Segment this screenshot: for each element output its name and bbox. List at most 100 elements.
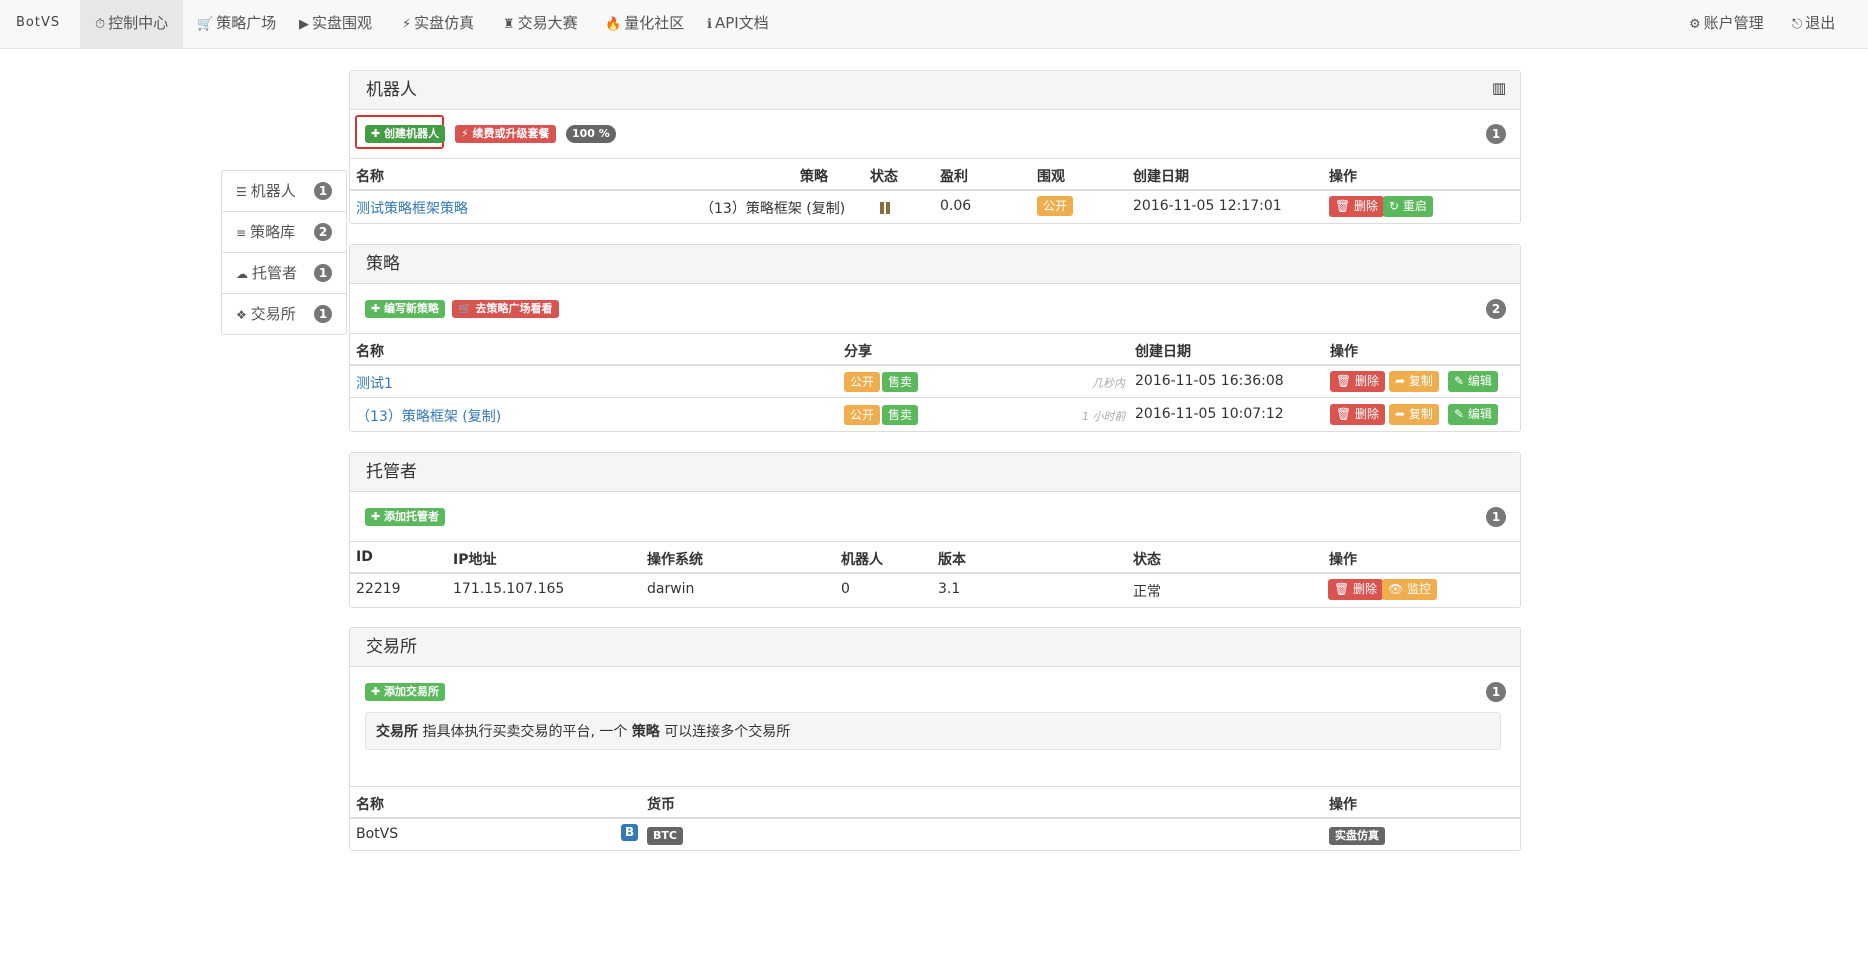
new-strategy-button[interactable]: ✚ 编写新策略 <box>365 300 446 318</box>
delete-button[interactable]: 🗑 删除 <box>1328 579 1384 600</box>
public-badge[interactable]: 公开 <box>844 372 881 392</box>
nav-live-watch[interactable]: ▶ 实盘围观 <box>299 0 372 48</box>
nav-label: 账户管理 <box>1703 14 1764 32</box>
strategy-name-link[interactable]: （13）策略框架 (复制) <box>356 406 501 426</box>
divider <box>350 817 1520 819</box>
copy-button[interactable]: ➦ 复制 <box>1389 371 1439 392</box>
nav-label: 退出 <box>1805 14 1836 32</box>
create-robot-button[interactable]: ✚ 创建机器人 <box>365 125 446 143</box>
panel-title: 策略 <box>350 245 1520 284</box>
divider <box>350 364 1520 366</box>
play-circle-icon: ▶ <box>299 17 309 32</box>
host-status: 正常 <box>1133 584 1161 600</box>
nav-api-docs[interactable]: ℹ API文档 <box>707 0 769 48</box>
nav-label: 实盘围观 <box>312 14 373 32</box>
info-text: 指具体执行买卖交易的平台, 一个 <box>418 724 632 740</box>
host-version: 3.1 <box>938 581 961 597</box>
col-watch: 围观 <box>1037 169 1065 185</box>
renew-upgrade-button[interactable]: ⚡ 续费或升级套餐 <box>455 125 556 143</box>
delete-button[interactable]: 🗑 删除 <box>1330 404 1386 425</box>
cloud-icon: ☁ <box>236 267 248 281</box>
nav-trading-contest[interactable]: ♜ 交易大赛 <box>503 0 578 48</box>
strategy-created: 2016-11-05 16:36:08 <box>1135 373 1284 389</box>
restart-button[interactable]: ↻ 重启 <box>1383 196 1433 217</box>
quota-percent-badge: 100 % <box>566 125 616 143</box>
col-status: 状态 <box>1133 552 1161 568</box>
exchange-info-box: 交易所 指具体执行买卖交易的平台, 一个 策略 可以连接多个交易所 <box>365 712 1501 750</box>
nav-label: 交易大赛 <box>517 14 578 32</box>
count-badge: 1 <box>314 182 332 200</box>
database-icon: ≡ <box>236 226 247 240</box>
info-term-exchange: 交易所 <box>376 724 418 740</box>
robot-name-link[interactable]: 测试策略框架策略 <box>356 198 468 218</box>
top-navbar: BotVS ⏱ 控制中心 🛒 策略广场 ▶ 实盘围观 ⚡ 实盘仿真 ♜ 交易大赛 🔥 量化社… <box>0 0 1868 49</box>
monitor-button[interactable]: 👁 监控 <box>1382 579 1438 600</box>
public-badge[interactable]: 公开 <box>844 405 881 425</box>
sell-badge[interactable]: 售卖 <box>882 372 919 392</box>
exchange-name: BotVS <box>356 826 399 842</box>
relative-time: 1 小时前 <box>1082 410 1126 423</box>
add-exchange-button[interactable]: ✚ 添加交易所 <box>365 683 446 701</box>
nav-label: API文档 <box>714 14 769 32</box>
host-id: 22219 <box>356 581 401 597</box>
clock-icon: ⏱ <box>95 17 106 32</box>
nav-live-sim[interactable]: ⚡ 实盘仿真 <box>402 0 474 48</box>
edit-button[interactable]: ✎ 编辑 <box>1448 371 1498 392</box>
nav-logout[interactable]: ⎋ 退出 <box>1792 0 1835 48</box>
nav-control-center[interactable]: ⏱ 控制中心 <box>80 0 184 48</box>
col-ops: 操作 <box>1330 344 1358 360</box>
col-created: 创建日期 <box>1133 169 1189 185</box>
logout-icon: ⎋ <box>1792 17 1803 32</box>
nav-label: 实盘仿真 <box>414 14 475 32</box>
host-ip: 171.15.107.165 <box>453 581 565 597</box>
count-badge: 1 <box>1486 682 1506 702</box>
panel-title: 交易所 <box>350 628 1520 667</box>
divider <box>350 333 1520 334</box>
copy-button[interactable]: ➦ 复制 <box>1389 404 1439 425</box>
cubes-icon: ❖ <box>236 308 247 322</box>
col-profit: 盈利 <box>940 169 968 185</box>
gear-icon: ⚙ <box>1689 17 1701 32</box>
col-robots: 机器人 <box>841 552 883 568</box>
strategy-name-link[interactable]: 测试1 <box>356 373 393 393</box>
brand-logo[interactable]: BotVS <box>16 0 60 48</box>
strategies-panel: 策略 ✚ 编写新策略 🛒 去策略广场看看 2 名称 分享 创建日期 操作 测试1… <box>349 244 1521 432</box>
col-name: 名称 <box>356 169 384 185</box>
sidebar-item-exchanges[interactable]: ❖ 交易所 1 <box>222 294 346 334</box>
panel-title: 机器人 <box>350 71 1520 110</box>
delete-button[interactable]: 🗑 删除 <box>1330 371 1386 392</box>
count-badge: 1 <box>1486 124 1506 144</box>
robot-profit: 0.06 <box>940 198 972 214</box>
delete-button[interactable]: 🗑 删除 <box>1329 196 1385 217</box>
col-os: 操作系统 <box>647 552 703 568</box>
nav-account[interactable]: ⚙ 账户管理 <box>1689 0 1764 48</box>
col-ops: 操作 <box>1329 169 1357 185</box>
sidebar-item-robots[interactable]: ☰ 机器人 1 <box>222 171 346 212</box>
relative-time: 几秒内 <box>1092 377 1125 390</box>
sell-badge[interactable]: 售卖 <box>882 405 919 425</box>
bar-chart-icon[interactable]: ▥ <box>1492 79 1506 97</box>
nav-strategy-square[interactable]: 🛒 策略广场 <box>197 0 276 48</box>
info-icon: ℹ <box>707 17 712 32</box>
sidebar-item-hosts[interactable]: ☁ 托管者 1 <box>222 253 346 294</box>
sidebar-item-strategies[interactable]: ≡ 策略库 2 <box>222 212 346 253</box>
bitcoin-icon: B <box>621 824 639 841</box>
count-badge: 1 <box>314 264 332 282</box>
strategy-market-button[interactable]: 🛒 去策略广场看看 <box>452 300 559 318</box>
nav-label: 控制中心 <box>108 14 169 32</box>
divider <box>350 572 1520 574</box>
add-host-button[interactable]: ✚ 添加托管者 <box>365 508 446 526</box>
host-os: darwin <box>647 581 695 597</box>
strategy-created: 2016-11-05 10:07:12 <box>1135 406 1284 422</box>
nav-quant-community[interactable]: 🔥 量化社区 <box>605 0 684 48</box>
sidebar-item-label: 托管者 <box>252 264 298 282</box>
tasks-icon: ☰ <box>236 185 247 199</box>
count-badge: 2 <box>314 223 332 241</box>
live-sim-badge[interactable]: 实盘仿真 <box>1329 827 1385 845</box>
robots-toolbar: ✚ 创建机器人 ⚡ 续费或升级套餐 100 % 1 <box>350 110 1520 158</box>
hosts-panel: 托管者 ✚ 添加托管者 1 ID IP地址 操作系统 机器人 版本 状态 操作 … <box>349 452 1521 608</box>
count-badge: 1 <box>1486 507 1506 527</box>
edit-button[interactable]: ✎ 编辑 <box>1448 404 1498 425</box>
col-share: 分享 <box>844 344 872 360</box>
nav-label: 量化社区 <box>624 14 685 32</box>
